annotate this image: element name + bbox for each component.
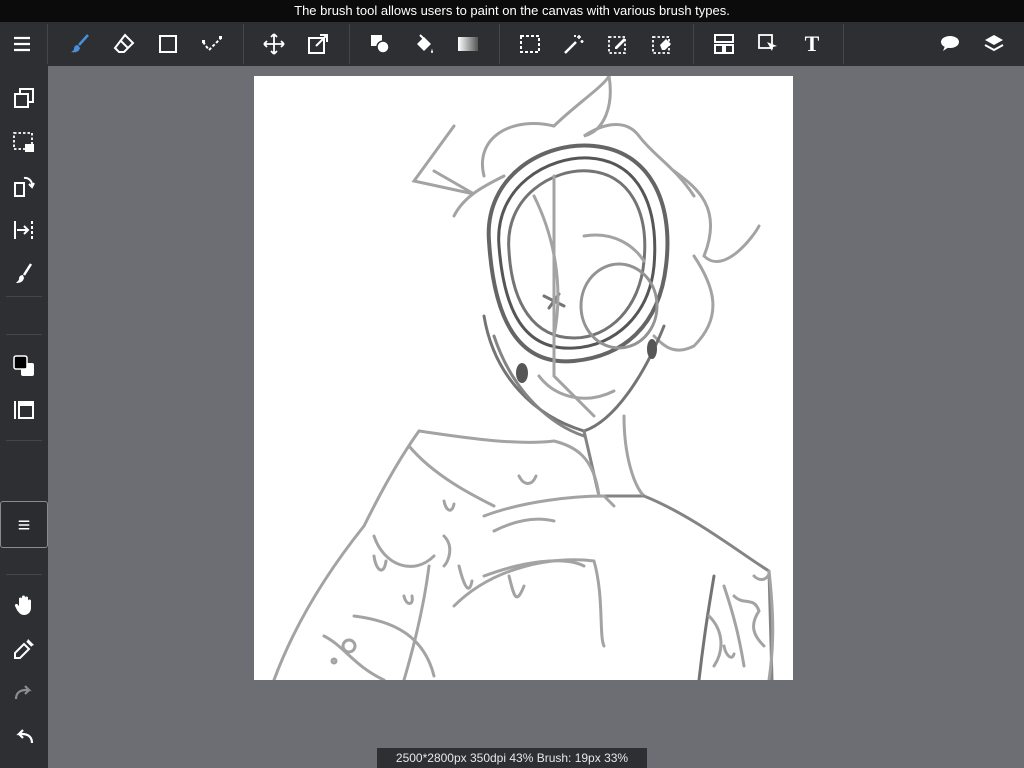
flip-button[interactable] xyxy=(4,210,44,250)
layers-icon xyxy=(984,35,1004,52)
eyedropper-icon xyxy=(14,639,34,659)
redo-icon xyxy=(14,685,32,700)
menu-button[interactable] xyxy=(4,22,40,66)
redo-button[interactable] xyxy=(4,673,44,713)
bucket-tool-button[interactable] xyxy=(406,22,442,66)
shapes-icon xyxy=(371,35,390,54)
rotate-icon xyxy=(14,176,35,197)
magic-wand-tool-button[interactable] xyxy=(556,22,592,66)
undo-button[interactable] xyxy=(4,717,44,757)
comment-button[interactable] xyxy=(932,22,968,66)
select-eraser-icon xyxy=(652,36,671,54)
dot-line-icon xyxy=(202,36,222,52)
selection-icon xyxy=(13,132,34,152)
fill-shape-tool-button[interactable] xyxy=(362,22,398,66)
move-tool-button[interactable] xyxy=(256,22,292,66)
eraser-icon xyxy=(113,33,135,53)
frame-side-button[interactable] xyxy=(4,390,44,430)
frame-icon xyxy=(14,401,34,419)
brush-tool-button[interactable] xyxy=(62,22,98,66)
brush-side-button[interactable] xyxy=(4,254,44,294)
dot-line-tool-button[interactable] xyxy=(194,22,230,66)
eyedropper-button[interactable] xyxy=(4,629,44,669)
copy-icon xyxy=(14,88,34,108)
speech-bubble-icon xyxy=(941,36,959,51)
hamburger-icon xyxy=(14,36,30,52)
layers-button[interactable] xyxy=(976,22,1012,66)
frame-icon xyxy=(714,34,734,54)
move-icon xyxy=(263,33,285,55)
tool-tooltip: The brush tool allows users to paint on … xyxy=(0,0,1024,22)
gradient-tool-button[interactable] xyxy=(450,22,486,66)
eraser-tool-button[interactable] xyxy=(106,22,142,66)
square-icon xyxy=(159,35,177,53)
copy-layer-button[interactable] xyxy=(4,78,44,118)
sketch-drawing xyxy=(272,76,775,680)
selection-layer-button[interactable] xyxy=(4,122,44,162)
flip-icon xyxy=(14,221,33,239)
gradient-icon xyxy=(458,37,478,51)
select-pen-icon xyxy=(608,36,626,54)
canvas-status-bar: 2500*2800px 350dpi 43% Brush: 19px 33% xyxy=(377,748,647,768)
select-tool-button[interactable] xyxy=(512,22,548,66)
select-pen-tool-button[interactable] xyxy=(600,22,636,66)
shape-tool-button[interactable] xyxy=(150,22,186,66)
color-swatch-icon xyxy=(13,355,34,376)
text-icon: T xyxy=(804,31,820,56)
brush-icon xyxy=(71,34,89,53)
sidebar-menu-button[interactable] xyxy=(0,501,48,548)
select-eraser-tool-button[interactable] xyxy=(644,22,680,66)
bucket-icon xyxy=(417,34,433,53)
magic-wand-icon xyxy=(564,35,584,54)
transform-icon xyxy=(308,34,328,54)
operation-tool-button[interactable] xyxy=(750,22,786,66)
frame-tool-button[interactable] xyxy=(706,22,742,66)
rotate-button[interactable] xyxy=(4,166,44,206)
transform-tool-button[interactable] xyxy=(300,22,336,66)
color-swatch-button[interactable] xyxy=(4,346,44,386)
hand-tool-button[interactable] xyxy=(4,585,44,625)
undo-icon xyxy=(16,729,34,744)
hand-icon xyxy=(14,595,31,615)
text-tool-button[interactable]: T xyxy=(794,22,830,66)
cursor-icon xyxy=(758,34,777,51)
marquee-icon xyxy=(520,35,540,53)
hamburger-icon xyxy=(18,520,30,529)
drawing-canvas[interactable] xyxy=(254,76,793,680)
brush-icon xyxy=(16,263,33,283)
